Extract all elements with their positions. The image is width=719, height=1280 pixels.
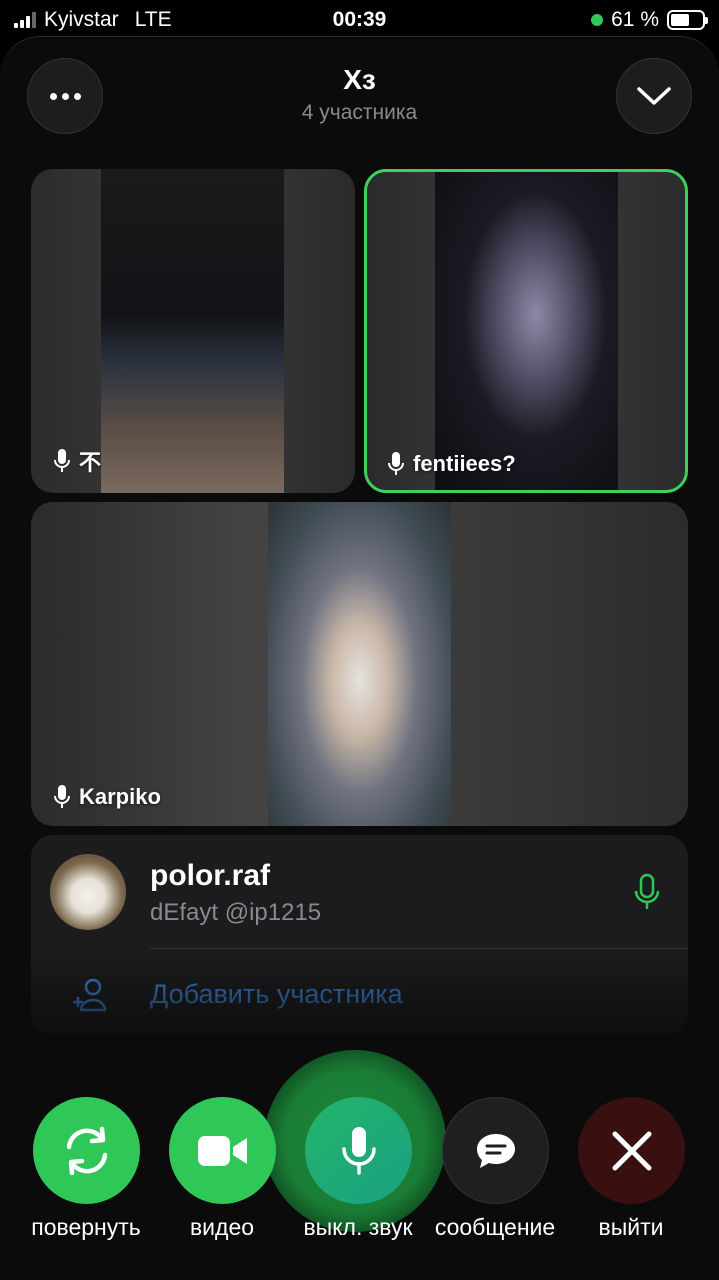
- mic-icon: [388, 452, 404, 475]
- charging-dot-icon: [591, 14, 604, 26]
- video-feed-3: [268, 502, 451, 826]
- chevron-down-icon: [637, 87, 671, 105]
- participant-count: 4 участника: [301, 101, 418, 124]
- add-user-icon: [73, 978, 107, 1012]
- participants-panel: polor.raf dEfayt @ip1215 Добавить участн…: [31, 835, 688, 1035]
- video-tile-3[interactable]: Karpiko: [31, 502, 688, 826]
- rotate-camera-icon: [66, 1126, 107, 1175]
- mute-button[interactable]: [305, 1097, 412, 1204]
- participant-mic-icon[interactable]: [632, 873, 662, 918]
- battery-icon: [667, 10, 708, 30]
- participant-name: polor.raf: [150, 859, 271, 892]
- chat-bubble-icon: [476, 1133, 515, 1168]
- video-tile-2-speaking[interactable]: fentiiees?: [364, 169, 688, 493]
- collapse-button[interactable]: [616, 58, 692, 134]
- avatar: [50, 854, 126, 930]
- tile-label-1: 不: [53, 445, 101, 477]
- status-bar: Kyivstar LTE 00:39 61 %: [0, 0, 719, 40]
- mic-icon: [54, 785, 70, 808]
- tile-label-2: fentiiees?: [387, 451, 516, 477]
- voice-chat-screen: Kyivstar LTE 00:39 61 % Хз 4 участника 不…: [0, 0, 719, 1280]
- tile-name: Karpiko: [79, 784, 161, 809]
- add-participant-label: Добавить участника: [150, 979, 403, 1009]
- video-feed-2: [435, 172, 618, 490]
- video-feed-1: [101, 169, 284, 493]
- close-icon: [612, 1131, 651, 1170]
- microphone-icon: [341, 1126, 376, 1175]
- participant-subtitle: dEfayt @ip1215: [150, 899, 322, 926]
- tile-name: 不: [79, 450, 102, 475]
- chat-title: Хз: [343, 64, 376, 95]
- video-camera-icon: [197, 1135, 247, 1166]
- participant-row[interactable]: polor.raf dEfayt @ip1215: [31, 835, 688, 949]
- battery-percent: 61 %: [611, 8, 659, 31]
- divider: [150, 948, 688, 949]
- mic-icon: [54, 449, 70, 472]
- tile-name: fentiiees?: [413, 451, 516, 476]
- battery-fill: [671, 14, 690, 26]
- video-tile-1[interactable]: 不: [31, 169, 355, 493]
- video-button[interactable]: [169, 1097, 276, 1204]
- mute-label: выкл. звук: [303, 1214, 413, 1240]
- message-button[interactable]: [442, 1097, 549, 1204]
- add-participant-row[interactable]: Добавить участника: [31, 953, 688, 1033]
- flip-camera-button[interactable]: [33, 1097, 140, 1204]
- tile-label-3: Karpiko: [53, 784, 161, 810]
- status-right: 61 %: [591, 8, 708, 32]
- leave-label: выйти: [598, 1214, 664, 1240]
- leave-button[interactable]: [578, 1097, 685, 1204]
